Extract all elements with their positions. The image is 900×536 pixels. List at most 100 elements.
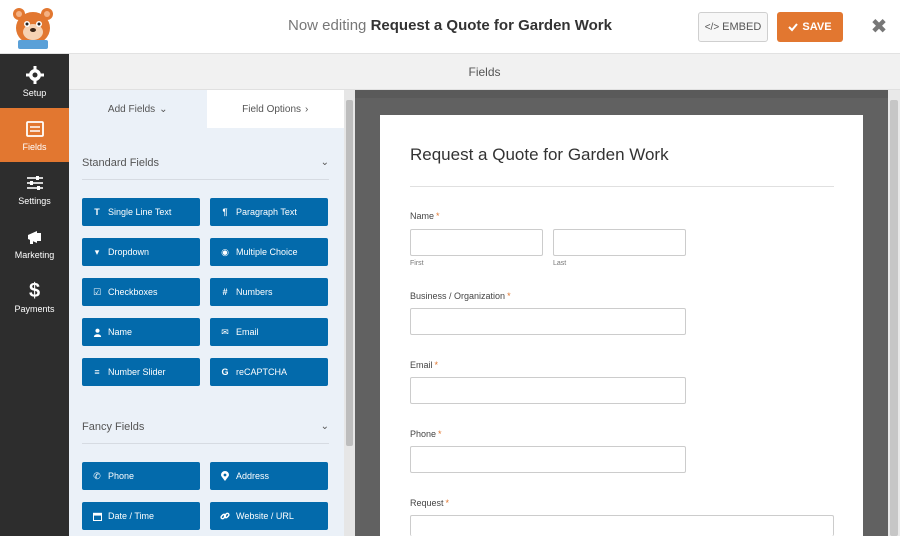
phone-icon: ✆ <box>93 470 101 481</box>
business-input[interactable] <box>410 308 686 335</box>
field-label: Address <box>236 471 270 481</box>
field-label-business: Business / Organization * <box>410 291 511 301</box>
nav-label: Setup <box>22 87 47 98</box>
label-text: Email <box>410 360 433 370</box>
left-nav: Setup Fields Settings Marketing $ Paymen… <box>0 54 69 536</box>
chevron-down-icon: ⌄ <box>320 421 329 432</box>
map-pin-icon <box>220 471 230 481</box>
required-mark: * <box>436 211 440 221</box>
radio-icon: ◉ <box>221 246 229 257</box>
nav-item-payments[interactable]: $ Payments <box>0 270 69 324</box>
tab-label: Add Fields <box>107 103 156 115</box>
field-label: Checkboxes <box>108 287 158 297</box>
label-text: Phone <box>410 429 437 439</box>
wpforms-bear-logo-icon <box>13 8 53 49</box>
tab-add-fields[interactable]: Add Fields ⌄ <box>69 90 207 128</box>
name-first-input[interactable] <box>410 229 543 256</box>
email-input[interactable] <box>410 377 686 404</box>
megaphone-icon <box>27 230 41 244</box>
request-textarea[interactable] <box>410 515 834 536</box>
field-button-single-line-text[interactable]: T Single Line Text <box>82 198 200 226</box>
nav-label: Payments <box>14 303 55 314</box>
section-title: Fancy Fields <box>82 420 145 433</box>
field-label: Email <box>236 327 259 337</box>
slider-icon: ≡ <box>94 367 100 377</box>
sublabel-last: Last <box>553 260 567 267</box>
save-button[interactable]: SAVE <box>777 12 843 42</box>
field-button-dropdown[interactable]: ▾ Dropdown <box>82 238 200 266</box>
field-button-number-slider[interactable]: ≡ Number Slider <box>82 358 200 386</box>
field-button-address[interactable]: Address <box>210 462 328 490</box>
nav-item-setup[interactable]: Setup <box>0 54 69 108</box>
sliders-icon <box>26 175 43 190</box>
nav-item-settings[interactable]: Settings <box>0 162 69 216</box>
field-label: Date / Time <box>108 511 155 521</box>
form-preview: Request a Quote for Garden Work Name * Fi… <box>355 90 900 536</box>
field-button-checkboxes[interactable]: ☑ Checkboxes <box>82 278 200 306</box>
label-text: Business / Organization <box>410 291 506 301</box>
field-button-name[interactable]: Name <box>82 318 200 346</box>
phone-input[interactable] <box>410 446 686 473</box>
top-bar: Now editing Request a Quote for Garden W… <box>0 0 900 54</box>
text-icon: T <box>94 207 100 217</box>
section-standard-fields[interactable]: Standard Fields ⌄ <box>82 146 329 180</box>
checkbox-icon: ☑ <box>92 286 102 297</box>
field-button-numbers[interactable]: # Numbers <box>210 278 328 306</box>
hash-icon: # <box>222 287 228 297</box>
nav-label: Marketing <box>14 249 55 260</box>
required-mark: * <box>445 498 450 508</box>
section-fancy-fields[interactable]: Fancy Fields ⌄ <box>82 410 329 444</box>
envelope-icon: ✉ <box>221 326 229 337</box>
preview-scrollbar-thumb[interactable] <box>890 100 898 536</box>
field-label: reCAPTCHA <box>236 367 288 377</box>
close-icon[interactable]: ✖ <box>866 14 892 40</box>
field-button-date-time[interactable]: Date / Time <box>82 502 200 530</box>
required-mark: * <box>438 429 442 439</box>
tab-field-options[interactable]: Field Options › <box>206 90 344 128</box>
sidebar-scrollbar-thumb[interactable] <box>346 100 353 446</box>
nav-label: Settings <box>18 195 51 206</box>
field-button-paragraph-text[interactable]: ¶ Paragraph Text <box>210 198 328 226</box>
nav-label: Fields <box>22 141 47 152</box>
fields-sidebar: Add Fields ⌄ Field Options › Standard Fi… <box>69 90 355 536</box>
field-button-recaptcha[interactable]: G reCAPTCHA <box>210 358 328 386</box>
chevron-right-icon: › <box>305 103 309 115</box>
field-button-email[interactable]: ✉ Email <box>210 318 328 346</box>
embed-button[interactable]: </> EMBED <box>698 12 768 42</box>
gear-icon <box>25 65 44 84</box>
editing-prefix: Now editing <box>288 17 367 34</box>
save-label: SAVE <box>802 21 832 33</box>
field-label: Numbers <box>236 287 273 297</box>
calendar-icon <box>92 511 102 521</box>
embed-label: EMBED <box>722 21 762 33</box>
preview-top-strip <box>355 90 900 98</box>
dropdown-icon: ▾ <box>94 246 100 257</box>
nav-item-fields[interactable]: Fields <box>0 108 69 162</box>
field-button-multiple-choice[interactable]: ◉ Multiple Choice <box>210 238 328 266</box>
field-label: Dropdown <box>108 247 150 257</box>
field-label: Number Slider <box>108 367 166 377</box>
field-label: Multiple Choice <box>236 247 298 257</box>
field-label: Paragraph Text <box>236 207 297 217</box>
dollar-icon: $ <box>28 279 41 302</box>
label-text: Request <box>410 498 444 508</box>
code-icon: </> <box>704 21 720 33</box>
nav-item-marketing[interactable]: Marketing <box>0 216 69 270</box>
form-name: Request a Quote for Garden Work <box>370 17 612 34</box>
sidebar-tabs: Add Fields ⌄ Field Options › <box>69 90 344 128</box>
chevron-down-icon: ⌄ <box>159 103 168 115</box>
field-label: Website / URL <box>236 511 294 521</box>
google-icon: G <box>221 367 229 377</box>
field-label-phone: Phone * <box>410 429 442 439</box>
field-button-phone[interactable]: ✆ Phone <box>82 462 200 490</box>
label-text: Name <box>410 211 435 221</box>
field-button-website-url[interactable]: Website / URL <box>210 502 328 530</box>
form-card: Request a Quote for Garden Work Name * Fi… <box>380 115 863 536</box>
field-label-email: Email * <box>410 360 438 370</box>
link-icon <box>220 511 230 521</box>
checkmark-icon <box>788 23 799 32</box>
name-last-input[interactable] <box>553 229 686 256</box>
form-title: Request a Quote for Garden Work <box>410 145 669 164</box>
user-icon <box>92 327 102 337</box>
field-label-name: Name * <box>410 211 440 221</box>
